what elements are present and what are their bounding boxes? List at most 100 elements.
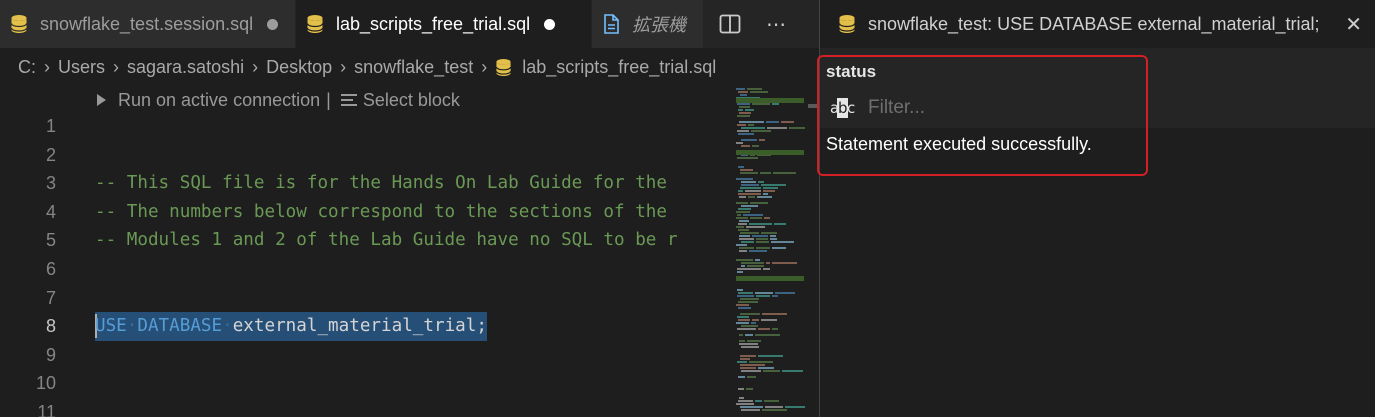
identifier: external_material_trial; — [232, 316, 487, 337]
tab-extension[interactable]: 拡張機 — [592, 0, 704, 48]
minimap-line — [758, 328, 770, 330]
minimap-line — [741, 262, 764, 264]
split-editor-icon[interactable] — [716, 10, 744, 38]
minimap-line — [736, 178, 753, 180]
minimap-line — [738, 166, 744, 168]
minimap-line — [756, 247, 770, 249]
line-text: -- Modules 1 and 2 of the Lab Guide have… — [95, 230, 678, 251]
minimap-line — [785, 406, 805, 408]
minimap-line — [751, 322, 756, 324]
minimap-line — [739, 106, 750, 108]
minimap-line — [741, 127, 765, 129]
minimap-line — [756, 295, 770, 297]
minimap-line — [752, 145, 759, 147]
minimap-line — [745, 190, 761, 192]
unsaved-dot-icon[interactable] — [544, 18, 556, 30]
minimap-line — [747, 88, 762, 90]
filter-input[interactable] — [868, 97, 1168, 119]
line-number: 4 — [45, 201, 56, 222]
breadcrumb-item[interactable]: sagara.satoshi — [127, 57, 244, 78]
code-line: 9 — [0, 341, 728, 370]
minimap-line — [739, 238, 754, 240]
minimap-line — [747, 376, 756, 378]
minimap-line — [746, 388, 753, 390]
scrollbar-thumb[interactable] — [808, 104, 819, 108]
minimap-line — [741, 409, 760, 411]
minimap-line — [740, 232, 759, 234]
minimap-line — [737, 130, 749, 132]
database-icon — [496, 58, 512, 76]
minimap-line — [747, 265, 764, 267]
minimap-line — [773, 172, 796, 174]
tab-label: lab_scripts_free_trial.sql — [336, 13, 531, 34]
select-block-icon — [340, 94, 357, 106]
minimap-line — [738, 400, 753, 402]
code-line: 7 — [0, 284, 728, 313]
minimap-line — [763, 190, 775, 192]
more-actions-icon[interactable]: ⋯ — [762, 10, 790, 38]
minimap-line — [737, 214, 741, 216]
tab-query-result[interactable]: snowflake_test: USE DATABASE external_ma… — [820, 0, 1375, 48]
minimap-line — [762, 409, 787, 411]
minimap-line — [748, 124, 754, 126]
minimap-line — [763, 187, 778, 189]
line-number: 7 — [45, 287, 56, 308]
vertical-scrollbar[interactable] — [808, 86, 819, 417]
minimap-line — [759, 139, 765, 141]
minimap-line — [755, 259, 760, 261]
line-number: 1 — [45, 116, 56, 136]
tab-lab-scripts-sql[interactable]: lab_scripts_free_trial.sql — [296, 0, 592, 48]
minimap-line — [758, 355, 783, 357]
code-line: 10 — [0, 369, 728, 398]
minimap[interactable] — [728, 86, 808, 417]
minimap-line — [746, 226, 765, 228]
database-icon — [10, 15, 28, 33]
minimap-line — [739, 397, 744, 399]
code-editor[interactable]: 1 2 3 -- This SQL file is for the Hands O… — [0, 112, 728, 417]
code-line: 11 — [0, 398, 728, 417]
minimap-line — [738, 301, 758, 303]
minimap-line — [740, 364, 765, 366]
minimap-line — [772, 103, 779, 105]
minimap-line — [736, 88, 745, 90]
line-number: 10 — [35, 373, 56, 394]
tab-session-sql[interactable]: snowflake_test.session.sql — [0, 0, 296, 48]
unsaved-dot-icon[interactable] — [267, 18, 279, 30]
minimap-line — [758, 181, 764, 183]
minimap-line — [765, 406, 783, 408]
minimap-line — [737, 157, 758, 159]
breadcrumb-item[interactable]: lab_scripts_free_trial.sql — [522, 57, 716, 78]
minimap-line — [738, 376, 745, 378]
selected-statement: USE·DATABASE·external_material_trial; — [95, 312, 487, 341]
minimap-line — [763, 370, 780, 372]
minimap-line — [739, 235, 750, 237]
breadcrumb-item[interactable]: Users — [58, 57, 105, 78]
status-cell: Statement executed successfully. — [826, 134, 1092, 154]
minimap-line — [749, 361, 773, 363]
minimap-line — [741, 241, 754, 243]
minimap-line — [738, 208, 751, 210]
run-on-active-connection-link[interactable]: Run on active connection — [118, 90, 320, 111]
minimap-line — [740, 172, 758, 174]
breadcrumb-item[interactable]: Desktop — [266, 57, 332, 78]
tab-bar-right: snowflake_test: USE DATABASE external_ma… — [820, 0, 1375, 48]
close-icon[interactable]: ✕ — [1345, 12, 1362, 37]
minimap-line — [756, 238, 768, 240]
chevron-right-icon: › — [340, 56, 347, 77]
minimap-line — [750, 202, 768, 204]
line-number: 3 — [45, 173, 56, 194]
select-block-link[interactable]: Select block — [363, 90, 460, 111]
minimap-line — [737, 316, 749, 318]
breadcrumb-item[interactable]: snowflake_test — [354, 57, 473, 78]
minimap-line — [739, 112, 751, 114]
minimap-line — [740, 94, 747, 96]
codelens-separator: | — [326, 89, 331, 110]
minimap-line — [763, 268, 770, 270]
minimap-line — [736, 211, 750, 213]
chevron-right-icon: › — [44, 56, 50, 77]
minimap-line — [741, 145, 750, 147]
column-header-status[interactable]: status — [826, 62, 876, 82]
breadcrumb-item[interactable]: C: — [18, 57, 36, 78]
minimap-line — [781, 121, 794, 123]
minimap-line — [741, 181, 756, 183]
